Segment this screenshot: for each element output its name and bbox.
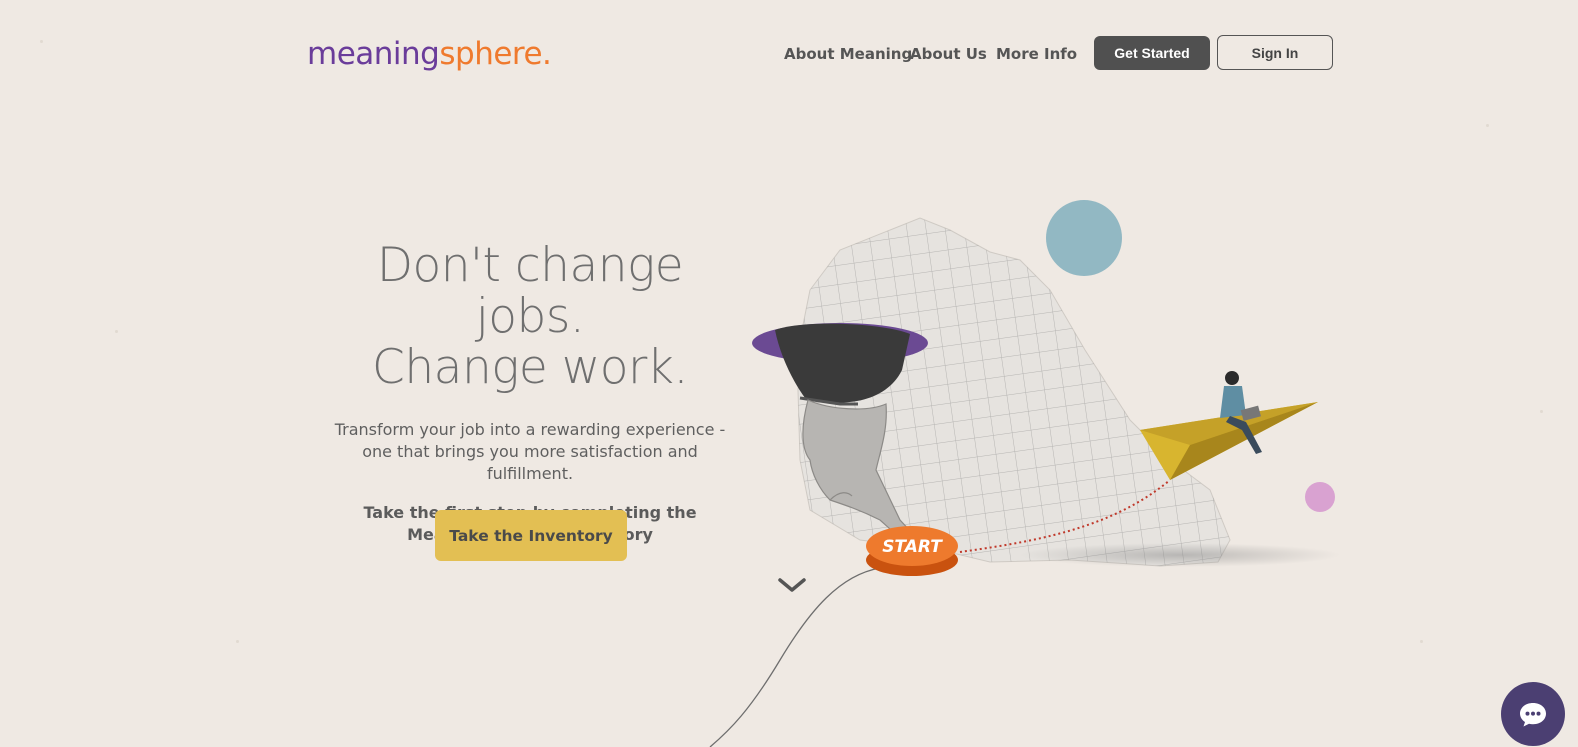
hero-headline: Don't change jobs. Change work. xyxy=(320,240,740,393)
background-speck xyxy=(236,640,239,643)
background-speck xyxy=(40,40,43,43)
logo-text-part1: meaning xyxy=(307,36,440,72)
headline-line-2: Change work. xyxy=(372,340,688,395)
nav-about-meaning[interactable]: About Meaning xyxy=(784,45,912,63)
background-speck xyxy=(115,330,118,333)
background-speck xyxy=(1540,410,1543,413)
get-started-button[interactable]: Get Started xyxy=(1094,36,1210,70)
take-inventory-button[interactable]: Take the Inventory xyxy=(435,510,627,561)
decorative-curve xyxy=(709,567,881,747)
background-speck xyxy=(1420,640,1423,643)
hero-subtitle: Transform your job into a rewarding expe… xyxy=(334,420,726,483)
logo[interactable]: meaningsphere. xyxy=(307,36,552,72)
sign-in-button[interactable]: Sign In xyxy=(1217,35,1333,70)
start-button-label: START xyxy=(882,537,943,557)
hero-section: Don't change jobs. Change work. Transfor… xyxy=(320,240,740,546)
logo-dot: . xyxy=(542,36,552,72)
background-speck xyxy=(1486,124,1489,127)
logo-text-part2: sphere xyxy=(439,36,543,72)
teal-circle xyxy=(1046,200,1122,276)
pink-circle xyxy=(1305,482,1335,512)
headline-line-1: Don't change jobs. xyxy=(376,238,684,344)
nav-more-info[interactable]: More Info xyxy=(996,45,1077,63)
hero-illustration: START xyxy=(709,200,1340,747)
chat-icon xyxy=(1520,703,1546,727)
chat-button[interactable] xyxy=(1501,682,1565,746)
nav-about-us[interactable]: About Us xyxy=(910,45,987,63)
